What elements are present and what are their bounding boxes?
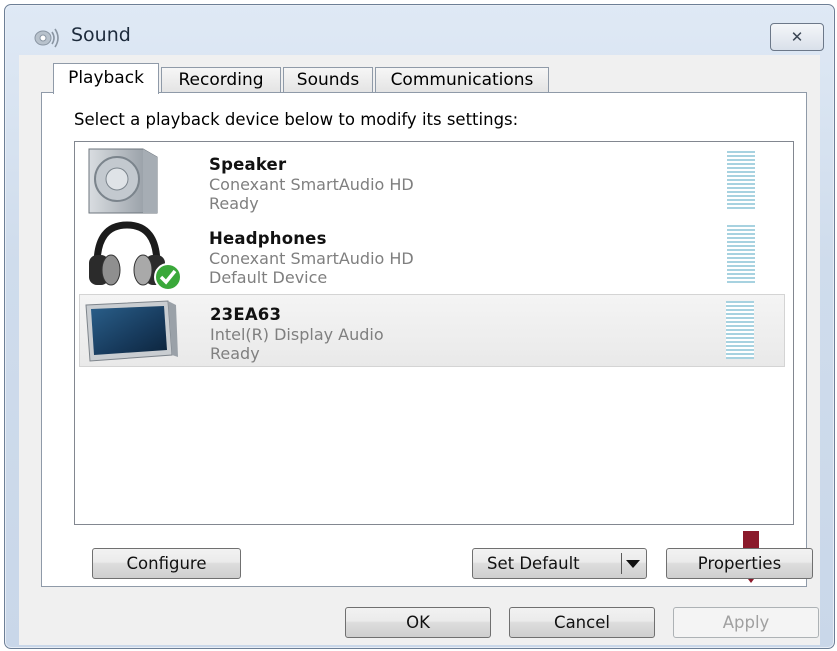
device-status: Default Device — [209, 268, 328, 287]
device-name: Headphones — [209, 229, 327, 248]
tab-communications[interactable]: Communications — [375, 67, 549, 93]
close-icon: ✕ — [790, 28, 804, 46]
monitor-icon — [85, 300, 178, 362]
properties-button[interactable]: Properties — [666, 548, 813, 579]
device-driver: Conexant SmartAudio HD — [209, 175, 414, 194]
dialog-client-area: Playback Recording Sounds Communications… — [19, 55, 820, 645]
volume-level-meter — [727, 225, 755, 283]
device-headphones[interactable]: Headphones Conexant SmartAudio HD Defaul… — [79, 219, 785, 292]
instruction-text: Select a playback device below to modify… — [74, 110, 519, 129]
device-name: 23EA63 — [210, 305, 282, 324]
playback-panel: Select a playback device below to modify… — [41, 92, 813, 587]
playback-device-list[interactable]: Speaker Conexant SmartAudio HD Ready Hea… — [74, 141, 794, 525]
tab-recording[interactable]: Recording — [161, 67, 281, 93]
tab-playback[interactable]: Playback — [53, 63, 159, 94]
speaker-icon — [88, 148, 158, 214]
device-name: Speaker — [209, 155, 287, 174]
device-status: Ready — [209, 194, 259, 213]
default-device-check-icon — [154, 263, 182, 291]
split-divider — [621, 553, 622, 574]
volume-level-meter — [726, 301, 754, 359]
set-default-button[interactable]: Set Default — [472, 548, 647, 579]
close-button[interactable]: ✕ — [770, 23, 824, 51]
sound-app-icon — [34, 28, 59, 48]
device-driver: Intel(R) Display Audio — [210, 325, 384, 344]
set-default-label: Set Default — [487, 554, 580, 573]
window-title: Sound — [71, 24, 131, 46]
apply-button: Apply — [673, 607, 819, 638]
cancel-button[interactable]: Cancel — [509, 607, 655, 638]
dropdown-arrow-icon[interactable] — [626, 560, 640, 568]
configure-button[interactable]: Configure — [92, 548, 241, 579]
volume-level-meter — [727, 151, 755, 209]
sound-dialog: Sound ✕ Playback Recording Sounds Commun… — [4, 4, 835, 649]
ok-button[interactable]: OK — [345, 607, 491, 638]
device-status: Ready — [210, 344, 260, 363]
device-driver: Conexant SmartAudio HD — [209, 249, 414, 268]
device-23ea63[interactable]: 23EA63 Intel(R) Display Audio Ready — [79, 294, 785, 367]
device-speaker[interactable]: Speaker Conexant SmartAudio HD Ready — [79, 145, 785, 218]
tab-sounds[interactable]: Sounds — [283, 67, 373, 93]
title-bar[interactable]: Sound ✕ — [5, 5, 834, 57]
